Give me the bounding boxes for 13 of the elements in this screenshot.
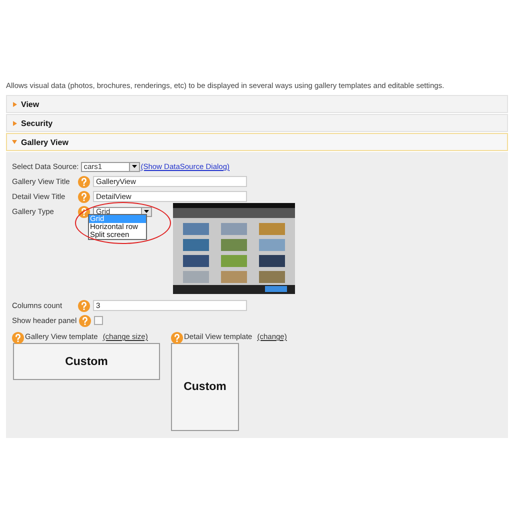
dropdown-arrow-icon [132,165,137,168]
dropdown-arrow-icon [144,210,149,213]
section-header[interactable]: Gallery View [6,133,508,151]
checkbox[interactable] [94,316,103,325]
template-preview[interactable]: Custom [171,343,239,431]
help-icon[interactable] [78,206,90,218]
section-header[interactable]: Security [6,114,508,132]
section-header[interactable]: View [6,95,508,113]
caret-down-icon [12,140,17,144]
help-icon[interactable] [171,332,183,344]
caret-right-icon [13,102,17,106]
template-preview[interactable]: Custom [13,343,160,380]
caret-right-icon [13,120,17,126]
